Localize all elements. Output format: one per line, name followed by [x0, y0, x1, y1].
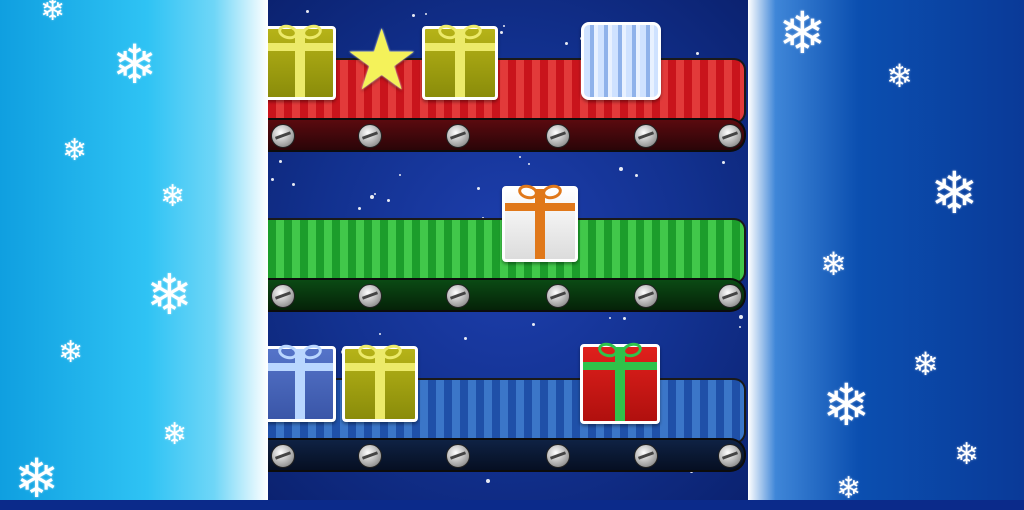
snow-particle [477, 187, 480, 190]
roller-bolt [546, 124, 570, 148]
snow-particle [306, 10, 309, 13]
snow-particle [519, 156, 521, 158]
snowflake-icon: ❄ [162, 417, 188, 452]
snow-particle [279, 160, 282, 163]
ice-block[interactable] [581, 22, 661, 100]
roller-bolt [271, 284, 295, 308]
roller-bolt [718, 284, 742, 308]
snowflake-icon: ❄ [62, 133, 88, 168]
play-area: ★ [268, 0, 748, 500]
roller-bolt [358, 444, 382, 468]
snow-particle [500, 31, 503, 34]
snowflake-icon: ❄ [14, 447, 60, 510]
left-snow-panel: ❄ ❄ ❄ ❄ ❄ ❄ ❄ ❄ [0, 0, 268, 506]
snowflake-icon: ❄ [146, 263, 193, 328]
snowflake-icon: ❄ [954, 437, 980, 472]
roller-bolt [718, 444, 742, 468]
snow-particle [532, 323, 535, 326]
roller-bolt [358, 284, 382, 308]
snow-particle [635, 174, 638, 177]
roller-bolt [634, 124, 658, 148]
snow-particle [464, 337, 467, 340]
snow-particle [379, 333, 381, 335]
white-gift[interactable] [502, 186, 578, 262]
snow-particle [623, 317, 626, 320]
belt-base [268, 118, 746, 152]
snow-particle [696, 52, 699, 55]
belt-surface [268, 378, 746, 444]
roller-bolt [446, 124, 470, 148]
roller-bolt [546, 444, 570, 468]
snowflake-icon: ❄ [778, 0, 827, 67]
roller-bolt [634, 444, 658, 468]
snow-particle [271, 178, 274, 181]
snowflake-icon: ❄ [58, 335, 84, 370]
snow-particle [503, 25, 505, 27]
snow-particle [609, 317, 611, 319]
conveyor-belt-red [268, 58, 746, 156]
snowflake-icon: ❄ [912, 345, 939, 383]
roller-bolt [446, 284, 470, 308]
snow-particle [399, 174, 401, 176]
snow-particle [387, 199, 390, 202]
snowflake-icon: ❄ [822, 371, 871, 439]
star-icon[interactable]: ★ [344, 18, 419, 102]
olive-gift[interactable] [268, 26, 336, 100]
snowflake-icon: ❄ [930, 159, 979, 227]
roller-bolt [446, 444, 470, 468]
snow-particle [619, 167, 623, 171]
olive-gift[interactable] [422, 26, 498, 100]
blue-gift[interactable] [268, 346, 336, 422]
snowflake-icon: ❄ [40, 0, 66, 28]
snowflake-icon: ❄ [160, 179, 186, 214]
snow-particle [739, 326, 741, 328]
roller-bolt [634, 284, 658, 308]
right-snow-panel: ❄ ❄ ❄ ❄ ❄ ❄ ❄ ❄ [748, 0, 1024, 504]
roller-bolt [271, 124, 295, 148]
roller-bolt [718, 124, 742, 148]
belt-surface [268, 58, 746, 124]
snowflake-icon: ❄ [886, 57, 913, 95]
roller-bolt [358, 124, 382, 148]
belt-base [268, 438, 746, 472]
belt-base [268, 278, 746, 312]
snow-particle [486, 479, 490, 483]
snow-particle [565, 42, 568, 45]
snow-particle [425, 13, 427, 15]
snow-particle [528, 163, 530, 165]
conveyor-belt-blue [268, 378, 746, 476]
snow-particle [370, 195, 374, 199]
snow-particle [722, 161, 725, 164]
olive-gift[interactable] [342, 346, 418, 422]
snow-particle [358, 207, 361, 210]
red-gift[interactable] [580, 344, 660, 424]
roller-bolt [546, 284, 570, 308]
snow-particle [374, 193, 376, 195]
roller-bolt [271, 444, 295, 468]
snowflake-icon: ❄ [820, 245, 847, 283]
snow-particle [292, 183, 295, 186]
snowflake-icon: ❄ [112, 33, 158, 96]
